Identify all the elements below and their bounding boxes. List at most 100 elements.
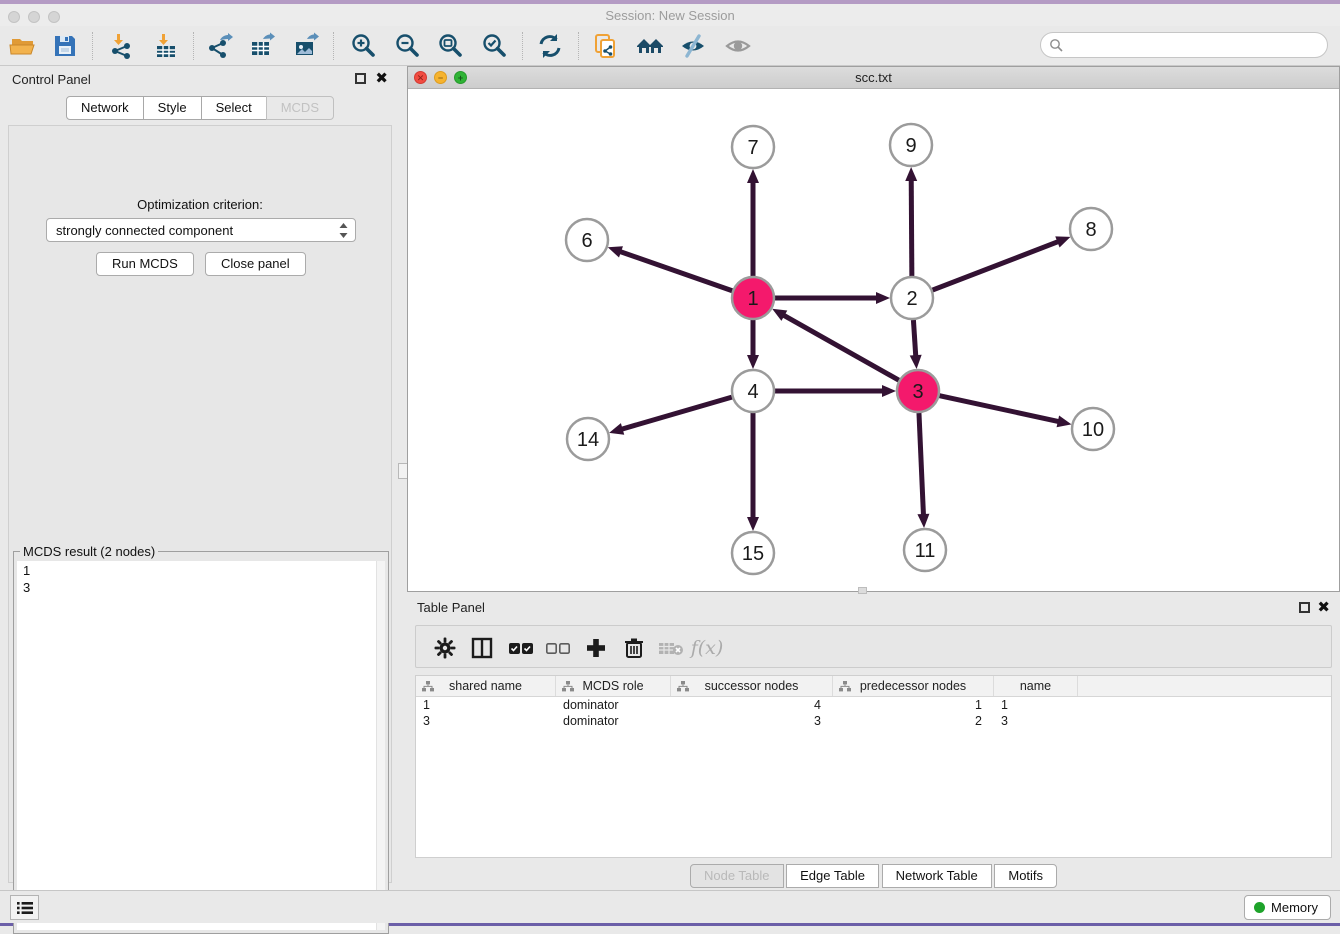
- graph-node-1[interactable]: 1: [732, 277, 774, 319]
- column-header-mcds-role[interactable]: MCDS role: [556, 676, 671, 696]
- add-column-icon[interactable]: [581, 633, 611, 663]
- clone-network-icon[interactable]: [591, 31, 621, 61]
- zoom-fit-icon[interactable]: [435, 31, 465, 61]
- graph-node-8[interactable]: 8: [1070, 208, 1112, 250]
- column-header-successor-nodes[interactable]: successor nodes: [671, 676, 833, 696]
- refresh-layout-icon[interactable]: [535, 31, 565, 61]
- table-cell[interactable]: 3: [994, 713, 1078, 729]
- control-panel-float-icon[interactable]: [355, 73, 366, 84]
- graph-node-4[interactable]: 4: [732, 370, 774, 412]
- graph-node-6[interactable]: 6: [566, 219, 608, 261]
- edge-arrowhead: [608, 246, 623, 257]
- export-table-icon[interactable]: [247, 31, 277, 61]
- graph-node-2[interactable]: 2: [891, 277, 933, 319]
- graph-edge-4-15[interactable]: [747, 413, 759, 531]
- close-panel-button[interactable]: Close panel: [205, 252, 306, 276]
- table-cell[interactable]: 2: [833, 713, 994, 729]
- tab-node-table[interactable]: Node Table: [690, 864, 784, 888]
- save-session-icon[interactable]: [50, 31, 80, 61]
- network-window-title: scc.txt: [408, 70, 1339, 85]
- graph-edge-3-11[interactable]: [917, 413, 929, 528]
- column-header-predecessor-nodes[interactable]: predecessor nodes: [833, 676, 994, 696]
- graph-edge-3-10[interactable]: [939, 396, 1071, 428]
- memory-button[interactable]: Memory: [1244, 895, 1331, 920]
- column-header-shared-name[interactable]: shared name: [416, 676, 556, 696]
- table-cell[interactable]: 3: [416, 713, 556, 729]
- tab-network[interactable]: Network: [66, 96, 144, 120]
- control-panel-close-icon[interactable]: ✖: [375, 73, 388, 84]
- export-network-icon[interactable]: [204, 31, 234, 61]
- graph-edge-2-3[interactable]: [910, 320, 922, 369]
- graph-edge-2-8[interactable]: [933, 236, 1071, 290]
- tab-style[interactable]: Style: [143, 96, 202, 120]
- table-cell[interactable]: 3: [671, 713, 833, 729]
- control-panel-title: Control Panel: [12, 72, 91, 87]
- graph-node-7[interactable]: 7: [732, 126, 774, 168]
- import-network-icon[interactable]: [106, 31, 136, 61]
- mcds-result-scrollbar[interactable]: [376, 561, 385, 930]
- column-view-icon[interactable]: [467, 633, 497, 663]
- graph-edge-1-4[interactable]: [747, 320, 759, 369]
- graph-edge-4-3[interactable]: [775, 385, 896, 397]
- edge-arrowhead: [609, 423, 624, 435]
- table-cell[interactable]: 1: [994, 697, 1078, 713]
- hide-eye-icon[interactable]: [678, 31, 708, 61]
- search-field[interactable]: [1040, 32, 1328, 58]
- search-input[interactable]: [1040, 32, 1328, 58]
- graph-node-14[interactable]: 14: [567, 418, 609, 460]
- zoom-out-icon[interactable]: [392, 31, 422, 61]
- graph-edge-1-7[interactable]: [747, 169, 759, 276]
- import-table-icon[interactable]: [151, 31, 181, 61]
- graph-edge-2-9[interactable]: [905, 167, 917, 276]
- graph-edge-1-6[interactable]: [608, 246, 732, 291]
- graph-node-15[interactable]: 15: [732, 532, 774, 574]
- tab-motifs[interactable]: Motifs: [994, 864, 1057, 888]
- mcds-result-group: MCDS result (2 nodes) 1 3: [13, 551, 389, 934]
- tree-icon: [562, 681, 574, 692]
- graph-edge-4-14[interactable]: [609, 397, 732, 435]
- graph-node-9[interactable]: 9: [890, 124, 932, 166]
- settings-gear-icon[interactable]: [430, 633, 460, 663]
- tab-network-table[interactable]: Network Table: [882, 864, 992, 888]
- open-session-icon[interactable]: [8, 31, 38, 61]
- table-cell[interactable]: 4: [671, 697, 833, 713]
- zoom-selected-icon[interactable]: [479, 31, 509, 61]
- graph-node-10[interactable]: 10: [1072, 408, 1114, 450]
- graph-node-3[interactable]: 3: [897, 370, 939, 412]
- zoom-in-icon[interactable]: [348, 31, 378, 61]
- table-cell[interactable]: dominator: [556, 697, 671, 713]
- table-cell[interactable]: 1: [833, 697, 994, 713]
- show-eye-icon[interactable]: [723, 31, 753, 61]
- run-mcds-button[interactable]: Run MCDS: [96, 252, 194, 276]
- home-icon[interactable]: [635, 31, 665, 61]
- export-image-icon[interactable]: [291, 31, 321, 61]
- table-panel-float-icon[interactable]: [1299, 602, 1310, 613]
- window-title: Session: New Session: [0, 8, 1340, 23]
- table-cell[interactable]: 1: [416, 697, 556, 713]
- graph-edge-3-1[interactable]: [772, 309, 899, 380]
- graph-edge-1-2[interactable]: [775, 292, 890, 304]
- deselect-all-icon[interactable]: [543, 633, 573, 663]
- table-panel-close-icon[interactable]: ✖: [1317, 602, 1330, 613]
- column-header-name[interactable]: name: [994, 676, 1078, 696]
- task-history-button[interactable]: [10, 895, 39, 920]
- network-window-titlebar[interactable]: ✕ − + scc.txt: [408, 67, 1339, 89]
- edge-arrowhead: [747, 355, 759, 369]
- table-cell[interactable]: dominator: [556, 713, 671, 729]
- control-panel-tabset: Network Style Select MCDS: [66, 96, 334, 120]
- table-row[interactable]: 3dominator323: [416, 713, 1331, 729]
- tab-select[interactable]: Select: [201, 96, 267, 120]
- delete-column-icon[interactable]: [619, 633, 649, 663]
- table-row[interactable]: 1dominator411: [416, 697, 1331, 713]
- mcds-result-title: MCDS result (2 nodes): [20, 544, 158, 559]
- graph-node-11[interactable]: 11: [904, 529, 946, 571]
- tab-mcds[interactable]: MCDS: [266, 96, 334, 120]
- node-table-body: 1dominator4113dominator323: [416, 697, 1331, 729]
- tab-edge-table[interactable]: Edge Table: [786, 864, 879, 888]
- mcds-result-textarea[interactable]: 1 3: [17, 561, 376, 930]
- select-all-icon[interactable]: [506, 633, 536, 663]
- network-canvas[interactable]: 7 9 6 8 1 2 4 3 14 10 15 11: [408, 89, 1339, 591]
- pane-divider-handle-horizontal[interactable]: [858, 587, 867, 594]
- optimization-criterion-select[interactable]: strongly connected component: [46, 218, 356, 242]
- memory-status-dot: [1254, 902, 1265, 913]
